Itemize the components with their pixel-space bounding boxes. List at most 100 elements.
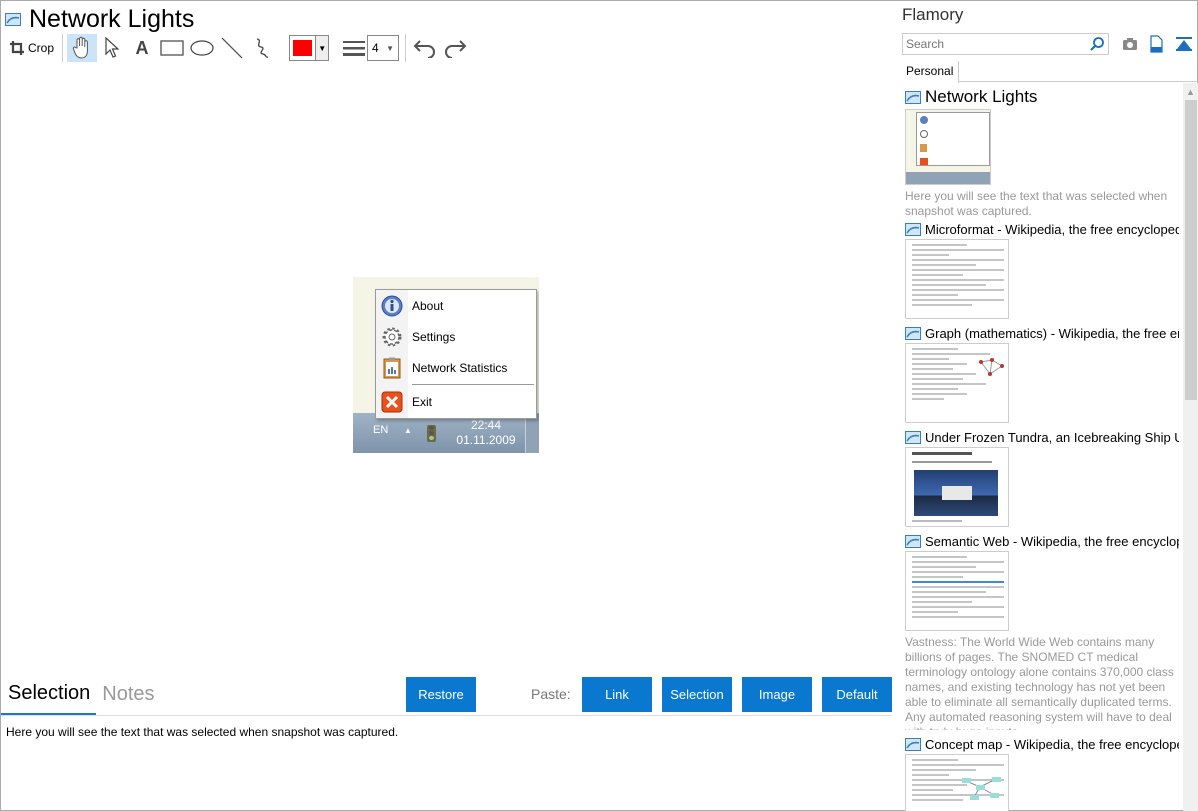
snapshot-thumbnail: [905, 239, 1009, 319]
list-item-title-row: Semantic Web - Wikipedia, the free encyc…: [905, 534, 1179, 549]
selection-text[interactable]: Here you will see the text that was sele…: [6, 725, 398, 739]
paste-image-button[interactable]: Image: [742, 677, 812, 712]
freehand-icon: [256, 38, 269, 58]
menu-item-label: Network Statistics: [412, 361, 508, 375]
list-item-title: Under Frozen Tundra, an Icebreaking Ship…: [925, 430, 1179, 445]
snapshot-thumbnail: [905, 109, 991, 185]
menu-item-exit: Exit: [376, 388, 536, 416]
sidebar-scrollbar[interactable]: ▲: [1183, 83, 1198, 811]
document-icon[interactable]: [1147, 35, 1165, 53]
menu-item-label: Settings: [412, 330, 456, 344]
redo-button[interactable]: [440, 34, 470, 62]
taskbar-clock: 22:44 01.11.2009: [451, 418, 521, 448]
page-title: Network Lights: [29, 5, 195, 33]
annotation-toolbar: Crop A ▼ 4 ▼: [5, 34, 470, 62]
list-item-title-row: Concept map - Wikipedia, the free encycl…: [905, 737, 1179, 752]
snapshot-thumbnail: [905, 343, 1009, 423]
list-item-title: Network Lights: [925, 87, 1038, 106]
undo-icon: [413, 40, 436, 58]
menu-item-label: About: [412, 299, 444, 313]
crop-label: Crop: [28, 41, 55, 55]
stroke-width-value: 4: [372, 41, 379, 55]
rectangle-tool-button[interactable]: [157, 34, 187, 62]
list-item-title-row: Graph (mathematics) - Wikipedia, the fre…: [905, 326, 1179, 341]
snapshot-thumbnail: [905, 447, 1009, 527]
panel-tabs: Selection Notes: [1, 677, 161, 715]
list-item[interactable]: Network Lights Here you will see the tex…: [905, 87, 1179, 219]
list-item[interactable]: Microformat - Wikipedia, the free encycl…: [905, 222, 1179, 319]
list-item-title-row: Under Frozen Tundra, an Icebreaking Ship…: [905, 430, 1179, 445]
color-swatch: [293, 40, 313, 56]
app-icon: [905, 90, 921, 104]
color-picker[interactable]: ▼: [289, 35, 330, 61]
chevron-down-icon: ▼: [386, 43, 395, 53]
paste-link-button[interactable]: Link: [582, 677, 652, 712]
stroke-width-icon: [341, 34, 367, 62]
list-item-title: Concept map - Wikipedia, the free encycl…: [925, 737, 1179, 752]
selection-panel: Selection Notes Restore Paste: Link Sele…: [1, 677, 895, 811]
rectangle-icon: [160, 40, 184, 56]
list-item-title-row: Network Lights: [905, 87, 1179, 107]
tab-personal[interactable]: Personal: [901, 61, 960, 83]
ellipse-tool-button[interactable]: [187, 34, 217, 62]
undo-button[interactable]: [410, 34, 440, 62]
tab-selection[interactable]: Selection: [1, 677, 97, 715]
scroll-up-icon[interactable]: ▲: [1186, 87, 1195, 97]
editor-pane: Network Lights Crop A ▼ 4 ▼ EN ▲ 22:44 0…: [1, 1, 895, 811]
app-icon: [905, 223, 921, 236]
list-item-description: Here you will see the text that was sele…: [905, 189, 1168, 218]
snapshot-image[interactable]: EN ▲ 22:44 01.11.2009 About Settings Net…: [353, 277, 539, 453]
menu-item-about: About: [376, 292, 536, 320]
chevron-down-icon: ▼: [315, 36, 329, 60]
tab-notes[interactable]: Notes: [96, 677, 160, 715]
clipboard-icon: [376, 354, 408, 382]
paste-default-button[interactable]: Default: [822, 677, 892, 712]
collapse-icon[interactable]: [1175, 35, 1193, 53]
taskbar-language: EN: [373, 424, 389, 436]
snapshot-thumbnail: [905, 551, 1009, 631]
list-item-title: Graph (mathematics) - Wikipedia, the fre…: [925, 326, 1179, 341]
ellipse-icon: [190, 40, 214, 56]
app-icon: [905, 535, 921, 548]
snapshot-list: Network Lights Here you will see the tex…: [905, 87, 1179, 811]
pointer-tool-button[interactable]: [97, 34, 127, 62]
menu-item-label: Exit: [412, 395, 433, 409]
list-item[interactable]: Concept map - Wikipedia, the free encycl…: [905, 737, 1179, 811]
paste-label: Paste:: [531, 686, 571, 702]
text-tool-button[interactable]: A: [127, 34, 157, 62]
sidebar-tabs: Personal: [901, 61, 1198, 83]
stroke-width-select[interactable]: 4 ▼: [367, 35, 400, 61]
restore-button[interactable]: Restore: [406, 677, 476, 712]
title-row: Network Lights: [5, 4, 194, 34]
paste-selection-button[interactable]: Selection: [662, 677, 732, 712]
search-icon[interactable]: [1089, 36, 1105, 52]
app-icon: [905, 738, 921, 751]
show-desktop-button: [525, 414, 539, 453]
camera-icon[interactable]: [1121, 35, 1139, 53]
freehand-tool-button[interactable]: [247, 34, 277, 62]
context-menu: About Settings Network Statistics Exit: [375, 289, 537, 419]
crop-icon: [10, 41, 24, 55]
text-icon: A: [135, 37, 149, 58]
pointer-icon: [105, 37, 120, 58]
toolbar-divider: [405, 34, 407, 62]
list-item[interactable]: Under Frozen Tundra, an Icebreaking Ship…: [905, 430, 1179, 527]
app-icon: [905, 431, 921, 444]
panel-divider: [1, 715, 892, 716]
crop-button[interactable]: Crop: [5, 34, 58, 62]
gear-icon: [376, 323, 408, 351]
sidebar-title: Flamory: [902, 5, 964, 24]
search-box[interactable]: [902, 33, 1109, 55]
list-item[interactable]: Graph (mathematics) - Wikipedia, the fre…: [905, 326, 1179, 423]
hand-tool-button[interactable]: [67, 34, 98, 62]
hand-icon: [72, 36, 88, 59]
line-tool-button[interactable]: [217, 34, 247, 62]
list-item-title: Semantic Web - Wikipedia, the free encyc…: [925, 534, 1179, 549]
close-icon: [376, 388, 408, 416]
list-item[interactable]: Semantic Web - Wikipedia, the free encyc…: [905, 534, 1179, 730]
app-icon: [905, 327, 921, 340]
clock-time: 22:44: [470, 418, 502, 432]
scrollbar-thumb[interactable]: [1185, 100, 1197, 400]
info-icon: [376, 292, 408, 320]
search-input[interactable]: [903, 34, 1083, 54]
